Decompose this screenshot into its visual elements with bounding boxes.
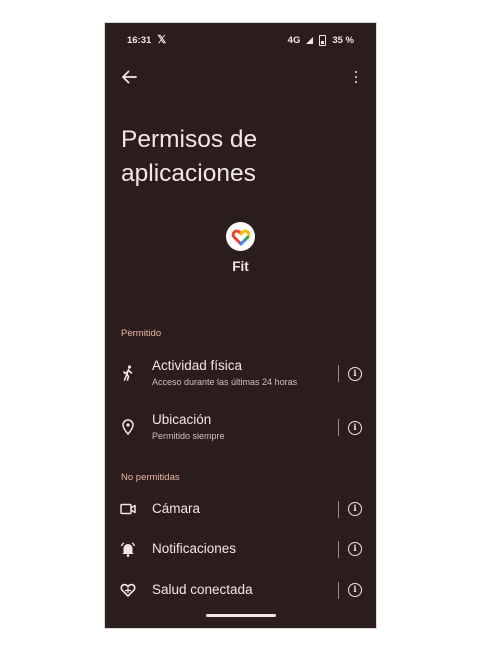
permission-title: Ubicación (152, 412, 212, 427)
x-app-icon: 𝕏 (157, 33, 167, 46)
signal-icon (306, 36, 314, 44)
google-fit-heart-icon (226, 222, 255, 251)
permission-title: Actividad física (152, 358, 243, 373)
battery-icon (319, 34, 327, 46)
status-bar: 16:31 𝕏 4G 35 % (105, 23, 376, 57)
walking-person-icon (123, 365, 133, 381)
more-options-button[interactable] (344, 65, 368, 89)
info-button[interactable] (348, 542, 362, 556)
permission-subtitle: Permitido siempre (152, 431, 225, 441)
permission-row-camera[interactable]: Cámara (105, 497, 376, 521)
permission-subtitle: Acceso durante las últimas 24 horas (152, 377, 298, 387)
divider (338, 365, 339, 382)
permission-row-location[interactable]: Ubicación Permitido siempre (105, 410, 376, 450)
divider (338, 501, 339, 518)
permission-row-notifications[interactable]: Notificaciones (105, 537, 376, 561)
battery-level: 35 % (332, 34, 354, 46)
permission-row-physical-activity[interactable]: Actividad física Acceso durante las últi… (105, 356, 376, 396)
camera-icon (120, 503, 136, 515)
bell-icon (120, 542, 136, 557)
location-pin-icon (122, 419, 134, 436)
divider (338, 582, 339, 599)
app-name: Fit (232, 259, 249, 274)
back-button[interactable] (117, 65, 141, 89)
more-vert-icon (354, 70, 358, 85)
home-indicator[interactable] (206, 614, 276, 617)
section-header-allowed: Permitido (121, 328, 162, 339)
status-time: 16:31 (127, 34, 152, 46)
arrow-back-icon (122, 70, 137, 84)
phone-screen: 16:31 𝕏 4G 35 % Permisos de aplicaciones (105, 23, 376, 628)
network-type: 4G (287, 34, 301, 46)
info-button[interactable] (348, 421, 362, 435)
info-button[interactable] (348, 583, 362, 597)
top-app-bar (105, 65, 376, 89)
permission-title: Salud conectada (152, 582, 253, 597)
divider (338, 419, 339, 436)
section-header-denied: No permitidas (121, 472, 180, 483)
permission-title: Cámara (152, 501, 201, 516)
info-button[interactable] (348, 367, 362, 381)
info-button[interactable] (348, 502, 362, 516)
permission-title: Notificaciones (152, 541, 237, 556)
permission-row-health-connect[interactable]: Salud conectada (105, 578, 376, 602)
divider (338, 541, 339, 558)
page-title: Permisos de aplicaciones (121, 126, 258, 187)
health-connect-icon (120, 583, 136, 597)
